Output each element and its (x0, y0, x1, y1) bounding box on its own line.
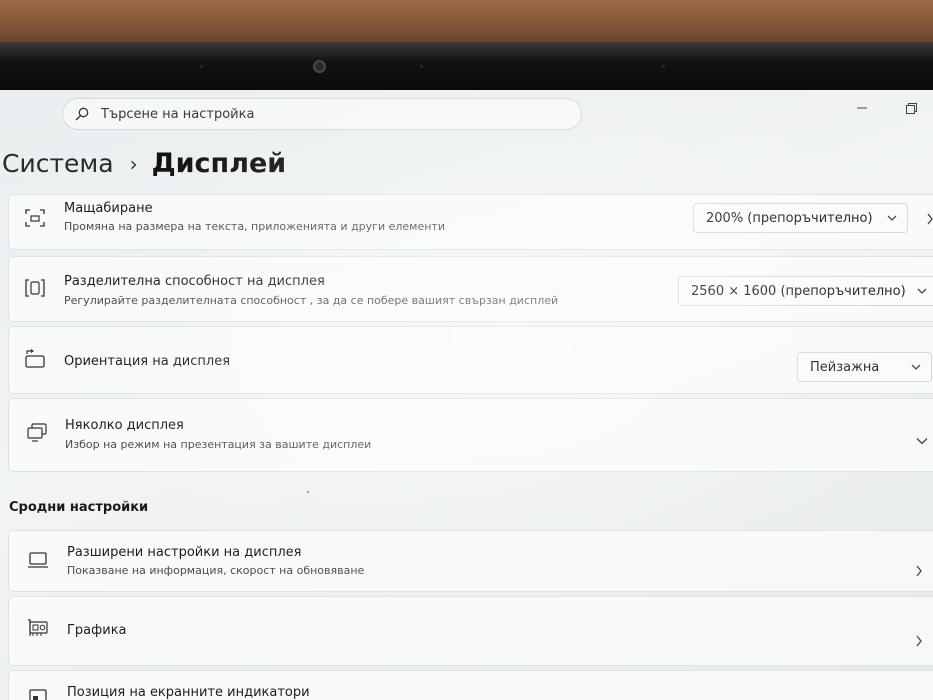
graphics-card[interactable]: Графика (8, 596, 933, 666)
orientation-dropdown-value: Пейзажна (810, 359, 880, 375)
advanced-display-card[interactable]: Разширени настройки на дисплея Показване… (8, 530, 933, 592)
chevron-down-icon (917, 288, 927, 294)
settings-window: Система › Дисплей Мащабиране Промяна на … (0, 90, 933, 700)
orientation-title: Ориентация на дисплея (64, 354, 231, 369)
orientation-card[interactable]: Ориентация на дисплея Пейзажна (8, 326, 933, 394)
screen-dust (307, 491, 309, 493)
bezel-dot (662, 65, 665, 68)
advanced-display-subtitle: Показване на информация, скорост на обно… (67, 564, 365, 577)
multiple-displays-subtitle: Избор на режим на презентация за вашите … (65, 438, 372, 451)
indicator-position-card[interactable]: Позиция на екранните индикатори (8, 670, 933, 700)
breadcrumb-separator: › (129, 151, 138, 176)
chevron-down-icon (887, 215, 897, 221)
laptop-bezel (0, 42, 933, 92)
orientation-icon (25, 349, 45, 368)
minimize-button[interactable] (852, 98, 872, 118)
chevron-right-icon (916, 565, 922, 577)
orientation-dropdown[interactable]: Пейзажна (797, 352, 932, 382)
multiple-displays-icon (27, 423, 47, 442)
resolution-card[interactable]: Разделителна способност на дисплея Регул… (8, 256, 933, 322)
breadcrumb-parent-link[interactable]: Система (2, 149, 114, 178)
bezel-dot (200, 65, 203, 68)
restore-button[interactable] (901, 98, 921, 118)
minimize-icon (857, 107, 867, 109)
indicator-position-title: Позиция на екранните индикатори (67, 685, 310, 700)
multiple-displays-title: Няколко дисплея (65, 418, 184, 433)
restore-icon (905, 102, 917, 114)
advanced-display-title: Разширени настройки на дисплея (67, 545, 302, 560)
search-box[interactable] (62, 98, 582, 130)
breadcrumb: Система › Дисплей (2, 148, 286, 179)
scale-icon (25, 209, 45, 227)
resolution-title: Разделителна способност на дисплея (64, 274, 325, 289)
scale-dropdown-value: 200% (препоръчително) (706, 210, 873, 226)
webcam (313, 60, 326, 73)
monitor-icon (28, 552, 48, 568)
bezel-dot (420, 65, 423, 68)
chevron-down-icon[interactable] (916, 437, 928, 445)
scale-dropdown[interactable]: 200% (препоръчително) (693, 203, 908, 233)
chevron-right-icon (927, 213, 933, 225)
resolution-dropdown[interactable]: 2560 × 1600 (препоръчително) (678, 276, 933, 306)
chevron-down-icon (911, 364, 921, 370)
resolution-dropdown-value: 2560 × 1600 (препоръчително) (691, 283, 906, 299)
scale-subtitle: Промяна на размера на текста, приложения… (64, 220, 445, 233)
scale-title: Мащабиране (64, 201, 153, 216)
search-input[interactable] (101, 106, 541, 122)
graphics-title: Графика (67, 623, 127, 638)
scale-card[interactable]: Мащабиране Промяна на размера на текста,… (8, 194, 933, 250)
page-title: Дисплей (151, 148, 287, 179)
chevron-right-icon (916, 635, 922, 647)
indicator-icon (29, 689, 47, 700)
search-icon (75, 107, 89, 121)
related-settings-heading: Сродни настройки (9, 500, 149, 515)
resolution-subtitle: Регулирайте разделителната способност , … (64, 294, 559, 307)
resolution-icon (25, 279, 45, 297)
multiple-displays-card[interactable]: Няколко дисплея Избор на режим на презен… (8, 398, 933, 472)
graphics-card-icon (28, 619, 48, 636)
